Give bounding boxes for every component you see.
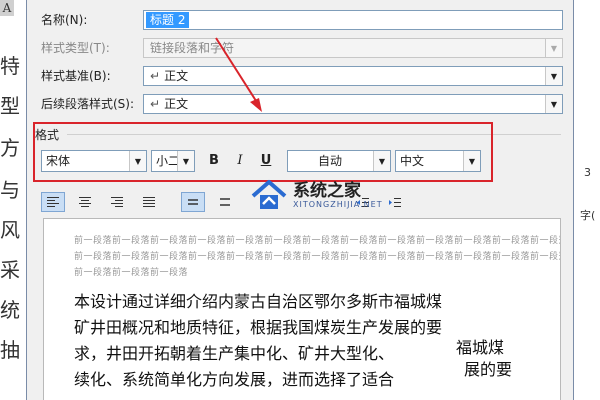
preview-overflow-text: 展的要 bbox=[464, 359, 513, 381]
justify-button[interactable] bbox=[137, 192, 161, 212]
underline-button[interactable]: U bbox=[255, 150, 277, 172]
style-type-label: 样式类型(T): bbox=[41, 41, 110, 55]
font-select[interactable]: 宋体 ▼ bbox=[41, 150, 147, 172]
doc-char: 型 bbox=[0, 94, 20, 118]
language-select[interactable]: 中文 ▼ bbox=[395, 150, 481, 172]
paragraph-return-icon: ↵ bbox=[150, 69, 161, 83]
previous-paragraph-line: 前一段落前一段落前一段落前一段落前一段落前一段落前一段落前一段落前一段落前一段落… bbox=[74, 252, 561, 262]
name-label: 名称(N): bbox=[41, 13, 88, 27]
doc-char: A bbox=[0, 0, 14, 16]
next-style-label: 后续段落样式(S): bbox=[41, 97, 135, 111]
doc-right-num: 3 bbox=[584, 166, 591, 179]
style-based-label: 样式基准(B): bbox=[41, 69, 111, 83]
name-input[interactable]: 标题 2 bbox=[143, 10, 563, 30]
next-style-select[interactable]: ↵ 正文 ▼ bbox=[143, 94, 563, 114]
style-based-value: 正文 bbox=[164, 69, 189, 83]
doc-char: 抽 bbox=[0, 338, 20, 362]
doc-char: 统 bbox=[0, 298, 20, 322]
paragraph-return-icon: ↵ bbox=[150, 97, 161, 111]
house-logo-icon bbox=[251, 180, 287, 209]
previous-paragraph-line: 前一段落前一段落前一段落 bbox=[74, 268, 189, 278]
chevron-down-icon: ▼ bbox=[129, 151, 146, 171]
watermark-title: 系统之家 bbox=[293, 181, 361, 201]
italic-button[interactable]: I bbox=[229, 150, 251, 172]
align-right-icon bbox=[111, 197, 123, 207]
name-input-value: 标题 2 bbox=[146, 12, 190, 28]
single-spacing-button[interactable] bbox=[181, 192, 205, 212]
style-type-select[interactable]: 链接段落和字符 ▼ bbox=[143, 38, 563, 58]
doc-char: 与 bbox=[0, 178, 20, 202]
chevron-down-icon: ▼ bbox=[545, 95, 562, 113]
chevron-down-icon: ▼ bbox=[463, 151, 480, 171]
format-group-divider bbox=[67, 134, 561, 135]
preview-line: 本设计通过详细介绍内蒙古自治区鄂尔多斯市福城煤 bbox=[74, 292, 443, 311]
align-right-button[interactable] bbox=[105, 192, 129, 212]
doc-char: 风 bbox=[0, 218, 20, 242]
chevron-down-icon: ▼ bbox=[545, 39, 562, 57]
doc-right-text: 字( bbox=[580, 209, 596, 222]
doc-char: 采 bbox=[0, 258, 20, 282]
font-value: 宋体 bbox=[46, 154, 71, 168]
preview-overflow-text: 福城煤 bbox=[456, 337, 505, 359]
align-center-icon bbox=[79, 197, 91, 207]
chevron-down-icon: ▼ bbox=[373, 151, 390, 171]
modify-style-dialog: 名称(N): 标题 2 样式类型(T): 链接段落和字符 ▼ 样式基准(B): … bbox=[26, 0, 574, 400]
bold-button[interactable]: B bbox=[203, 150, 225, 172]
align-left-icon bbox=[47, 197, 59, 207]
next-style-value: 正文 bbox=[164, 97, 189, 111]
site-watermark: 系统之家 XITONGZHIJIA.NET bbox=[249, 176, 409, 220]
doc-char: 方 bbox=[0, 136, 20, 160]
align-left-button[interactable] bbox=[41, 192, 65, 212]
justify-icon bbox=[143, 197, 155, 207]
spacing-1-5-button[interactable] bbox=[213, 192, 237, 212]
chevron-down-icon: ▼ bbox=[177, 151, 194, 171]
style-type-value: 链接段落和字符 bbox=[150, 41, 235, 55]
doc-char: 特 bbox=[0, 54, 20, 78]
font-color-value: 自动 bbox=[317, 154, 342, 168]
watermark-subtitle: XITONGZHIJIA.NET bbox=[293, 200, 383, 209]
style-based-select[interactable]: ↵ 正文 ▼ bbox=[143, 66, 563, 86]
font-color-select[interactable]: 自动 ▼ bbox=[287, 150, 391, 172]
chevron-down-icon: ▼ bbox=[545, 67, 562, 85]
line-spacing-icon bbox=[188, 199, 198, 205]
language-value: 中文 bbox=[400, 154, 425, 168]
font-size-select[interactable]: 小二 ▼ bbox=[151, 150, 195, 172]
line-spacing-icon bbox=[220, 198, 230, 206]
format-group-title: 格式 bbox=[35, 128, 60, 142]
document-left-margin: A 特 型 方 与 风 采 统 抽 bbox=[0, 0, 26, 400]
style-preview-pane: 前一段落前一段落前一段落前一段落前一段落前一段落前一段落前一段落前一段落前一段落… bbox=[43, 218, 561, 400]
align-center-button[interactable] bbox=[73, 192, 97, 212]
previous-paragraph-line: 前一段落前一段落前一段落前一段落前一段落前一段落前一段落前一段落前一段落前一段落… bbox=[74, 236, 561, 246]
